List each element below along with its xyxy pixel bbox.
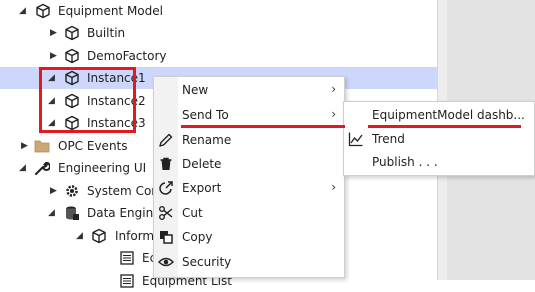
send-to-underline <box>181 125 345 128</box>
folder-icon <box>34 140 50 153</box>
database-icon <box>66 206 79 220</box>
cube-icon <box>36 3 50 19</box>
tree-item-label: DemoFactory <box>87 49 167 63</box>
trash-icon <box>160 157 172 170</box>
expand-arrow-icon[interactable]: ▶ <box>50 50 60 62</box>
tree-item-label: System Con <box>87 184 159 198</box>
collapse-arrow-icon[interactable]: ◢ <box>76 230 86 242</box>
menu-item-send-to[interactable]: Send To › <box>154 103 344 127</box>
cube-icon <box>65 48 79 64</box>
copy-icon <box>160 231 173 244</box>
tree-item-label: OPC Events <box>58 139 128 153</box>
menu-item-copy[interactable]: Copy <box>154 225 344 249</box>
submenu-item-publish[interactable]: Publish . . . <box>344 151 534 173</box>
tree-item-label: Data Engine <box>87 206 161 220</box>
cube-icon <box>92 228 106 244</box>
collapse-arrow-icon[interactable]: ◢ <box>19 162 29 174</box>
list-icon <box>120 274 134 288</box>
export-icon <box>159 181 173 195</box>
menu-item-label: Trend <box>372 132 405 146</box>
menu-item-export[interactable]: Export › <box>154 176 344 200</box>
menu-item-label: EquipmentModel dashb... <box>372 108 525 122</box>
list-icon <box>120 251 134 265</box>
submenu-arrow-icon: › <box>331 82 336 96</box>
menu-item-label: Copy <box>182 230 213 244</box>
tree-row-demofactory[interactable]: ▶ DemoFactory <box>0 45 437 67</box>
menu-item-label: Send To <box>182 108 229 122</box>
menu-item-delete[interactable]: Delete <box>154 152 344 176</box>
menu-item-label: Export <box>182 181 222 195</box>
tree-item-label: Builtin <box>87 26 126 40</box>
scissors-icon <box>159 206 173 220</box>
menu-item-label: Delete <box>182 157 222 171</box>
tree-item-label: Equipment Model <box>58 4 163 18</box>
submenu-arrow-icon: › <box>331 107 336 121</box>
submenu-item-equipmentmodel-dashboard[interactable]: EquipmentModel dashb... <box>344 104 534 126</box>
eye-icon <box>158 257 174 267</box>
highlight-box <box>39 67 136 133</box>
pencil-icon <box>159 133 173 147</box>
tree-row-builtin[interactable]: ▶ Builtin <box>0 22 437 44</box>
collapse-arrow-icon[interactable]: ◢ <box>19 5 29 17</box>
collapse-arrow-icon[interactable]: ◢ <box>48 207 58 219</box>
expand-arrow-icon[interactable]: ▶ <box>21 140 31 152</box>
menu-item-label: Security <box>182 255 232 269</box>
menu-item-rename[interactable]: Rename <box>154 128 344 152</box>
wrench-icon <box>35 161 50 175</box>
trend-icon <box>348 132 363 147</box>
context-menu: New › Send To › Rename Delete Export › C… <box>153 76 345 278</box>
menu-item-cut[interactable]: Cut <box>154 201 344 225</box>
menu-item-label: New <box>182 83 209 97</box>
tree-item-label: Inform <box>115 229 155 243</box>
menu-item-security[interactable]: Security <box>154 250 344 274</box>
tree-row-equipment-model[interactable]: ◢ Equipment Model <box>0 0 437 22</box>
submenu-item-trend[interactable]: Trend <box>344 128 534 150</box>
menu-item-label: Publish . . . <box>372 155 438 169</box>
tree-item-label: Engineering UI <box>58 161 147 175</box>
expand-arrow-icon[interactable]: ▶ <box>50 185 60 197</box>
send-to-submenu: EquipmentModel dashb... Trend Publish . … <box>343 101 535 176</box>
menu-item-new[interactable]: New › <box>154 78 344 102</box>
cube-icon <box>65 25 79 41</box>
menu-item-label: Rename <box>182 133 232 147</box>
dashboard-underline <box>368 125 521 128</box>
gear-icon <box>66 185 78 197</box>
submenu-arrow-icon: › <box>331 180 336 194</box>
menu-item-label: Cut <box>182 206 203 220</box>
expand-arrow-icon[interactable]: ▶ <box>50 27 60 39</box>
